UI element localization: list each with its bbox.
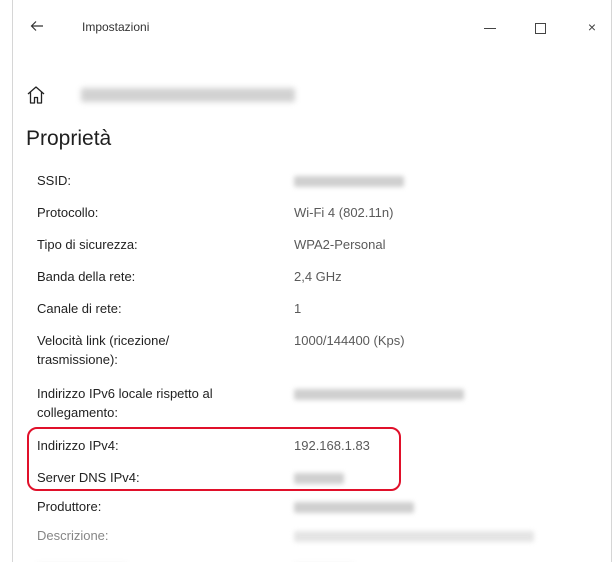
property-value-redacted xyxy=(294,555,354,562)
property-label: Velocità link (ricezione/ trasmissione): xyxy=(37,333,170,367)
property-value: 1000/144400 (Kps) xyxy=(294,333,405,348)
close-button[interactable]: × xyxy=(577,14,607,40)
property-value-redacted xyxy=(294,171,404,190)
title-bar: Impostazioni × xyxy=(13,0,611,56)
property-value-redacted xyxy=(294,497,414,516)
property-value: 2,4 GHz xyxy=(294,269,342,284)
property-label: Descrizione: xyxy=(37,528,109,543)
minimize-button[interactable] xyxy=(475,14,505,40)
home-icon[interactable] xyxy=(25,84,47,106)
property-label: Banda della rete: xyxy=(37,269,136,284)
page-title: Proprietà xyxy=(26,127,112,150)
property-value-redacted xyxy=(294,384,464,403)
maximize-icon xyxy=(534,22,546,34)
property-label-redacted xyxy=(37,555,267,562)
property-value: Wi-Fi 4 (802.11n) xyxy=(294,205,394,220)
network-name-redacted xyxy=(81,88,295,102)
network-header xyxy=(25,82,611,108)
back-button[interactable] xyxy=(27,18,47,38)
property-label: Canale di rete: xyxy=(37,301,122,316)
settings-window: Impostazioni × Proprietà SSID: Protocoll… xyxy=(12,0,612,562)
property-label: Indirizzo IPv6 locale rispetto al colleg… xyxy=(37,386,213,420)
maximize-button[interactable] xyxy=(525,14,555,40)
close-icon: × xyxy=(587,19,597,35)
window-title: Impostazioni xyxy=(82,20,150,34)
property-label: Protocollo: xyxy=(37,205,99,220)
ipv4-highlight-box xyxy=(27,427,401,491)
property-value: 1 xyxy=(294,301,302,316)
property-label: Tipo di sicurezza: xyxy=(37,237,138,252)
property-value: WPA2-Personal xyxy=(294,237,386,252)
minimize-icon xyxy=(484,27,496,29)
property-label: SSID: xyxy=(37,173,71,188)
property-value-redacted xyxy=(294,526,534,545)
arrow-left-icon xyxy=(30,21,43,31)
property-label: Produttore: xyxy=(37,499,102,514)
